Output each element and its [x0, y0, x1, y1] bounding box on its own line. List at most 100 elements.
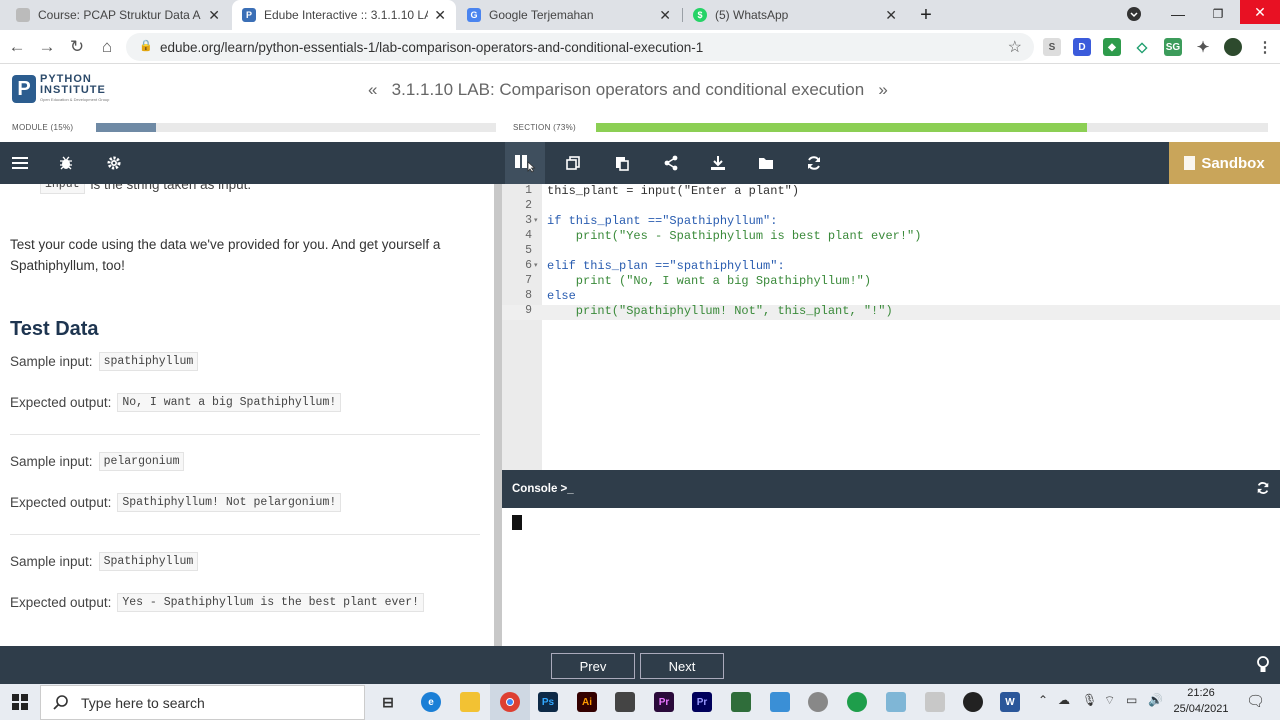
console-cursor: [512, 515, 522, 530]
tray-chevron-icon[interactable]: ⌃: [1038, 693, 1048, 707]
extension-sg-icon[interactable]: SG: [1164, 38, 1182, 56]
notifications-icon[interactable]: 🗨: [1246, 692, 1265, 710]
divider: [10, 534, 480, 535]
store-bag-icon[interactable]: [615, 692, 635, 712]
line-number: 6: [525, 259, 532, 272]
console-output[interactable]: [502, 508, 1280, 646]
console-refresh-icon[interactable]: [1256, 481, 1270, 498]
fold-arrow-icon[interactable]: ▾: [534, 216, 538, 224]
volume-icon[interactable]: 🔊: [1148, 693, 1163, 707]
clipped-line: input is the string taken as input.: [40, 184, 251, 194]
app-round-icon[interactable]: [808, 692, 828, 712]
minimize-icon[interactable]: —: [1158, 0, 1198, 28]
photos-icon[interactable]: [770, 692, 790, 712]
obs-icon[interactable]: [963, 692, 983, 712]
code-editor[interactable]: 1 2 3 4 5 6 7 8 9 ▾ ▾ this_plant = input…: [502, 184, 1280, 470]
address-bar[interactable]: 🔒 edube.org/learn/python-essentials-1/la…: [126, 33, 1034, 61]
next-button[interactable]: Next: [640, 653, 724, 679]
close-tab-icon[interactable]: ✕: [885, 7, 897, 24]
menu-dots-icon[interactable]: ⋮: [1256, 38, 1274, 56]
extension-leaf-icon[interactable]: ◆: [1103, 38, 1121, 56]
reset-refresh-icon[interactable]: [794, 142, 834, 184]
close-window-icon[interactable]: ✕: [1240, 0, 1280, 24]
microphone-icon[interactable]: 🎙: [1082, 693, 1097, 707]
forward-icon[interactable]: →: [36, 36, 58, 58]
expected-output-value: Yes - Spathiphyllum is the best plant ev…: [117, 593, 425, 612]
premiere-pro-icon[interactable]: Pr: [692, 692, 712, 712]
instructions-panel: input is the string taken as input. Test…: [0, 184, 502, 646]
section-progress-fill: [596, 123, 1087, 132]
edge-browser-icon[interactable]: e: [421, 692, 441, 712]
paste-icon[interactable]: [602, 142, 642, 184]
layout-toggle-icon[interactable]: [505, 142, 545, 184]
clock-time[interactable]: 21:26: [1172, 687, 1230, 699]
tab-whatsapp[interactable]: $ (5) WhatsApp ✕: [683, 0, 907, 30]
wifi-icon[interactable]: ⌔: [1104, 693, 1115, 708]
tab-google-translate[interactable]: G Google Terjemahan ✕: [457, 0, 681, 30]
instructions-scrollbar[interactable]: [494, 184, 502, 646]
share-icon[interactable]: [651, 142, 691, 184]
close-tab-icon[interactable]: ✕: [434, 7, 446, 24]
chrome-icon[interactable]: [500, 692, 520, 712]
xbox-icon[interactable]: [847, 692, 867, 712]
tab-title: Edube Interactive :: 3.1.1.10 LAB...: [264, 8, 429, 22]
task-view-icon[interactable]: ⊟: [378, 692, 398, 712]
home-icon[interactable]: ⌂: [96, 36, 118, 58]
extension-pin-icon[interactable]: ⬦: [1133, 38, 1151, 56]
app-window-icon[interactable]: [731, 692, 751, 712]
onedrive-icon[interactable]: ☁: [1058, 693, 1070, 707]
copy-icon[interactable]: [553, 142, 593, 184]
profile-avatar[interactable]: [1224, 38, 1242, 56]
tab-edube[interactable]: P Edube Interactive :: 3.1.1.10 LAB... ✕: [232, 0, 456, 30]
close-tab-icon[interactable]: ✕: [659, 7, 671, 24]
page-title: « 3.1.1.10 LAB: Comparison operators and…: [368, 80, 888, 100]
prev-button[interactable]: Prev: [551, 653, 635, 679]
app-feather-icon[interactable]: [886, 692, 906, 712]
extension-s-icon[interactable]: S: [1043, 38, 1061, 56]
sample-label: Sample input:: [10, 454, 93, 469]
bookmark-star-icon[interactable]: ☆: [1008, 37, 1022, 57]
download-icon[interactable]: [698, 142, 738, 184]
section-progress-bar: [596, 123, 1268, 132]
open-folder-icon[interactable]: [746, 142, 786, 184]
taskbar-search-box[interactable]: Type here to search: [40, 685, 365, 720]
extensions-puzzle-icon[interactable]: ✦: [1194, 38, 1212, 56]
code-line: elif this_plan =="spathiphyllum":: [547, 259, 785, 273]
fold-arrow-icon[interactable]: ▾: [534, 261, 538, 269]
line-number: 8: [525, 289, 532, 302]
sandbox-label: Sandbox: [1201, 154, 1265, 172]
module-progress-bar: [96, 123, 496, 132]
bug-report-icon[interactable]: [46, 142, 86, 184]
tab-pcap-course[interactable]: Course: PCAP Struktur Data A 20... ✕: [6, 0, 230, 30]
expected-label: Expected output:: [10, 595, 112, 610]
file-explorer-icon[interactable]: [460, 692, 480, 712]
premiere-icon[interactable]: Pr: [654, 692, 674, 712]
tab-search-icon[interactable]: [1114, 0, 1154, 28]
menu-hamburger-icon[interactable]: [0, 142, 40, 184]
windows-start-icon[interactable]: [12, 694, 28, 713]
clock-date[interactable]: 25/04/2021: [1168, 703, 1234, 715]
close-tab-icon[interactable]: ✕: [208, 7, 220, 24]
prev-lesson-icon[interactable]: «: [368, 80, 377, 99]
line-number: 1: [525, 184, 532, 197]
maximize-icon[interactable]: ❐: [1198, 0, 1238, 28]
console-header: Console >_: [502, 470, 1280, 508]
sample-input-row-1: Sample input: spathiphyllum: [10, 352, 199, 371]
module-progress-fill: [96, 123, 156, 132]
lab-title-text: 3.1.1.10 LAB: Comparison operators and c…: [391, 80, 865, 99]
photoshop-icon[interactable]: Ps: [538, 692, 558, 712]
next-lesson-icon[interactable]: »: [878, 80, 887, 99]
battery-icon[interactable]: ▭: [1126, 693, 1137, 707]
back-icon[interactable]: ←: [6, 36, 28, 58]
code-line: this_plant = input("Enter a plant"): [547, 184, 800, 198]
illustrator-icon[interactable]: Ai: [577, 692, 597, 712]
app-document-icon[interactable]: [925, 692, 945, 712]
hint-lightbulb-icon[interactable]: [1256, 656, 1270, 678]
new-tab-icon[interactable]: +: [906, 1, 946, 29]
extension-d-icon[interactable]: D: [1073, 38, 1091, 56]
python-institute-logo[interactable]: P PYTHON INSTITUTE Open Education & Deve…: [12, 73, 132, 107]
word-icon[interactable]: W: [1000, 692, 1020, 712]
settings-gear-icon[interactable]: [94, 142, 134, 184]
sandbox-button[interactable]: Sandbox: [1169, 142, 1280, 184]
reload-icon[interactable]: ↻: [66, 36, 88, 58]
